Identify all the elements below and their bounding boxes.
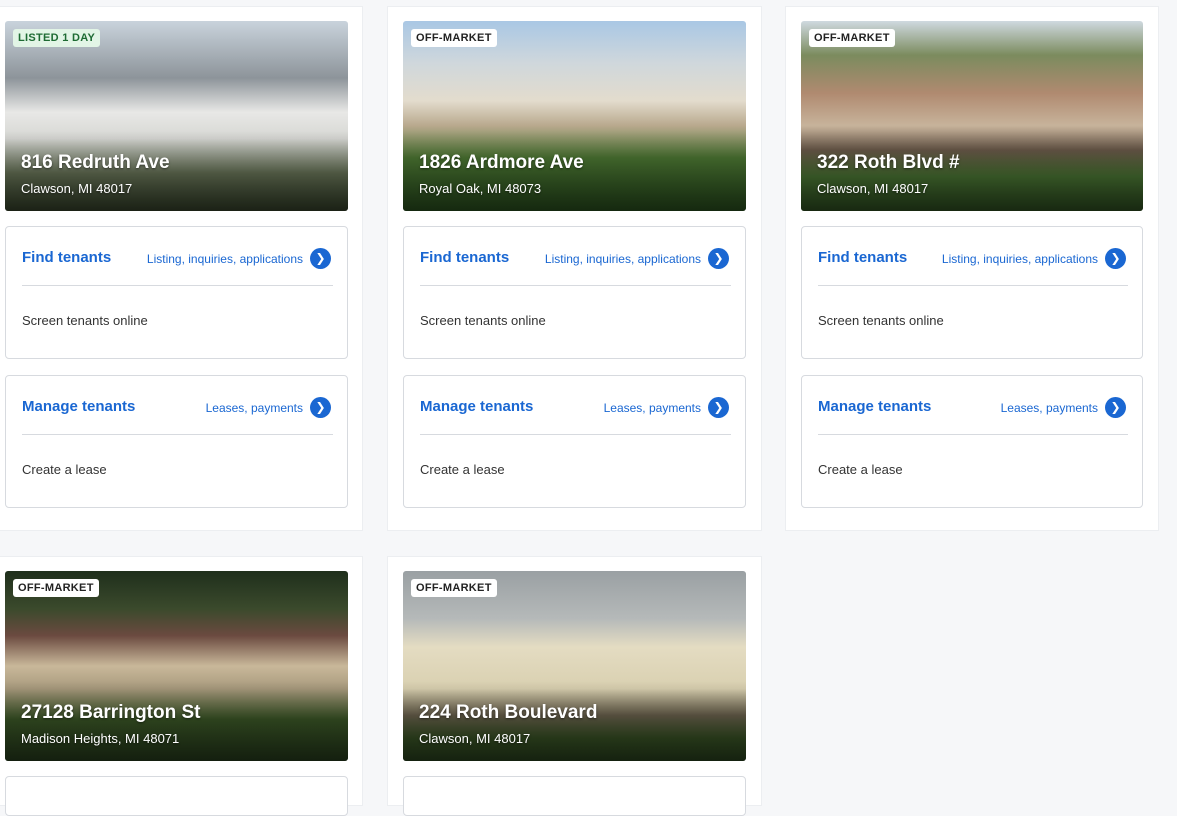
chevron-right-icon[interactable]: ❯ <box>708 397 729 418</box>
property-photo[interactable]: OFF-MARKET 27128 Barrington St Madison H… <box>5 571 348 761</box>
divider <box>22 434 333 435</box>
manage-tenants-title[interactable]: Manage tenants <box>818 398 931 415</box>
property-city: Clawson, MI 48017 <box>21 181 133 196</box>
create-lease-link[interactable]: Create a lease <box>420 462 505 477</box>
property-address[interactable]: 1826 Ardmore Ave <box>419 152 584 174</box>
chevron-right-icon[interactable]: ❯ <box>310 397 331 418</box>
divider <box>420 285 731 286</box>
find-tenants-title[interactable]: Find tenants <box>420 249 509 266</box>
screen-tenants-link[interactable]: Screen tenants online <box>22 313 148 328</box>
property-city: Royal Oak, MI 48073 <box>419 181 542 196</box>
find-tenants-subtitle[interactable]: Listing, inquiries, applications <box>147 252 303 266</box>
divider <box>420 434 731 435</box>
manage-tenants-panel[interactable]: Manage tenants Leases, payments ❯ Create… <box>801 375 1143 508</box>
property-city: Madison Heights, MI 48071 <box>21 731 180 746</box>
property-photo[interactable]: OFF-MARKET 224 Roth Boulevard Clawson, M… <box>403 571 746 761</box>
property-address[interactable]: 224 Roth Boulevard <box>419 702 597 724</box>
status-badge: LISTED 1 DAY <box>13 29 101 47</box>
chevron-right-icon[interactable]: ❯ <box>1105 248 1126 269</box>
property-photo[interactable]: OFF-MARKET 1826 Ardmore Ave Royal Oak, M… <box>403 21 746 211</box>
status-badge: OFF-MARKET <box>411 579 497 597</box>
find-tenants-panel[interactable]: Find tenants Listing, inquiries, applica… <box>801 226 1143 359</box>
property-city: Clawson, MI 48017 <box>817 181 929 196</box>
screen-tenants-link[interactable]: Screen tenants online <box>818 313 944 328</box>
find-tenants-panel[interactable] <box>5 776 348 816</box>
manage-tenants-subtitle[interactable]: Leases, payments <box>604 401 701 415</box>
manage-tenants-panel[interactable]: Manage tenants Leases, payments ❯ Create… <box>403 375 746 508</box>
status-badge: OFF-MARKET <box>411 29 497 47</box>
property-address[interactable]: 322 Roth Blvd # <box>817 152 960 174</box>
manage-tenants-title[interactable]: Manage tenants <box>22 398 135 415</box>
status-badge: OFF-MARKET <box>809 29 895 47</box>
property-photo[interactable]: LISTED 1 DAY 816 Redruth Ave Clawson, MI… <box>5 21 348 211</box>
chevron-right-icon[interactable]: ❯ <box>1105 397 1126 418</box>
find-tenants-title[interactable]: Find tenants <box>22 249 111 266</box>
divider <box>22 285 333 286</box>
chevron-right-icon[interactable]: ❯ <box>310 248 331 269</box>
manage-tenants-subtitle[interactable]: Leases, payments <box>1001 401 1098 415</box>
find-tenants-subtitle[interactable]: Listing, inquiries, applications <box>942 252 1098 266</box>
manage-tenants-panel[interactable]: Manage tenants Leases, payments ❯ Create… <box>5 375 348 508</box>
find-tenants-panel[interactable] <box>403 776 746 816</box>
find-tenants-panel[interactable]: Find tenants Listing, inquiries, applica… <box>5 226 348 359</box>
create-lease-link[interactable]: Create a lease <box>818 462 903 477</box>
manage-tenants-title[interactable]: Manage tenants <box>420 398 533 415</box>
status-badge: OFF-MARKET <box>13 579 99 597</box>
create-lease-link[interactable]: Create a lease <box>22 462 107 477</box>
find-tenants-title[interactable]: Find tenants <box>818 249 907 266</box>
divider <box>818 434 1128 435</box>
property-city: Clawson, MI 48017 <box>419 731 531 746</box>
property-address[interactable]: 816 Redruth Ave <box>21 152 170 174</box>
divider <box>818 285 1128 286</box>
find-tenants-panel[interactable]: Find tenants Listing, inquiries, applica… <box>403 226 746 359</box>
property-address[interactable]: 27128 Barrington St <box>21 702 201 724</box>
property-photo[interactable]: OFF-MARKET 322 Roth Blvd # Clawson, MI 4… <box>801 21 1143 211</box>
chevron-right-icon[interactable]: ❯ <box>708 248 729 269</box>
find-tenants-subtitle[interactable]: Listing, inquiries, applications <box>545 252 701 266</box>
manage-tenants-subtitle[interactable]: Leases, payments <box>206 401 303 415</box>
screen-tenants-link[interactable]: Screen tenants online <box>420 313 546 328</box>
